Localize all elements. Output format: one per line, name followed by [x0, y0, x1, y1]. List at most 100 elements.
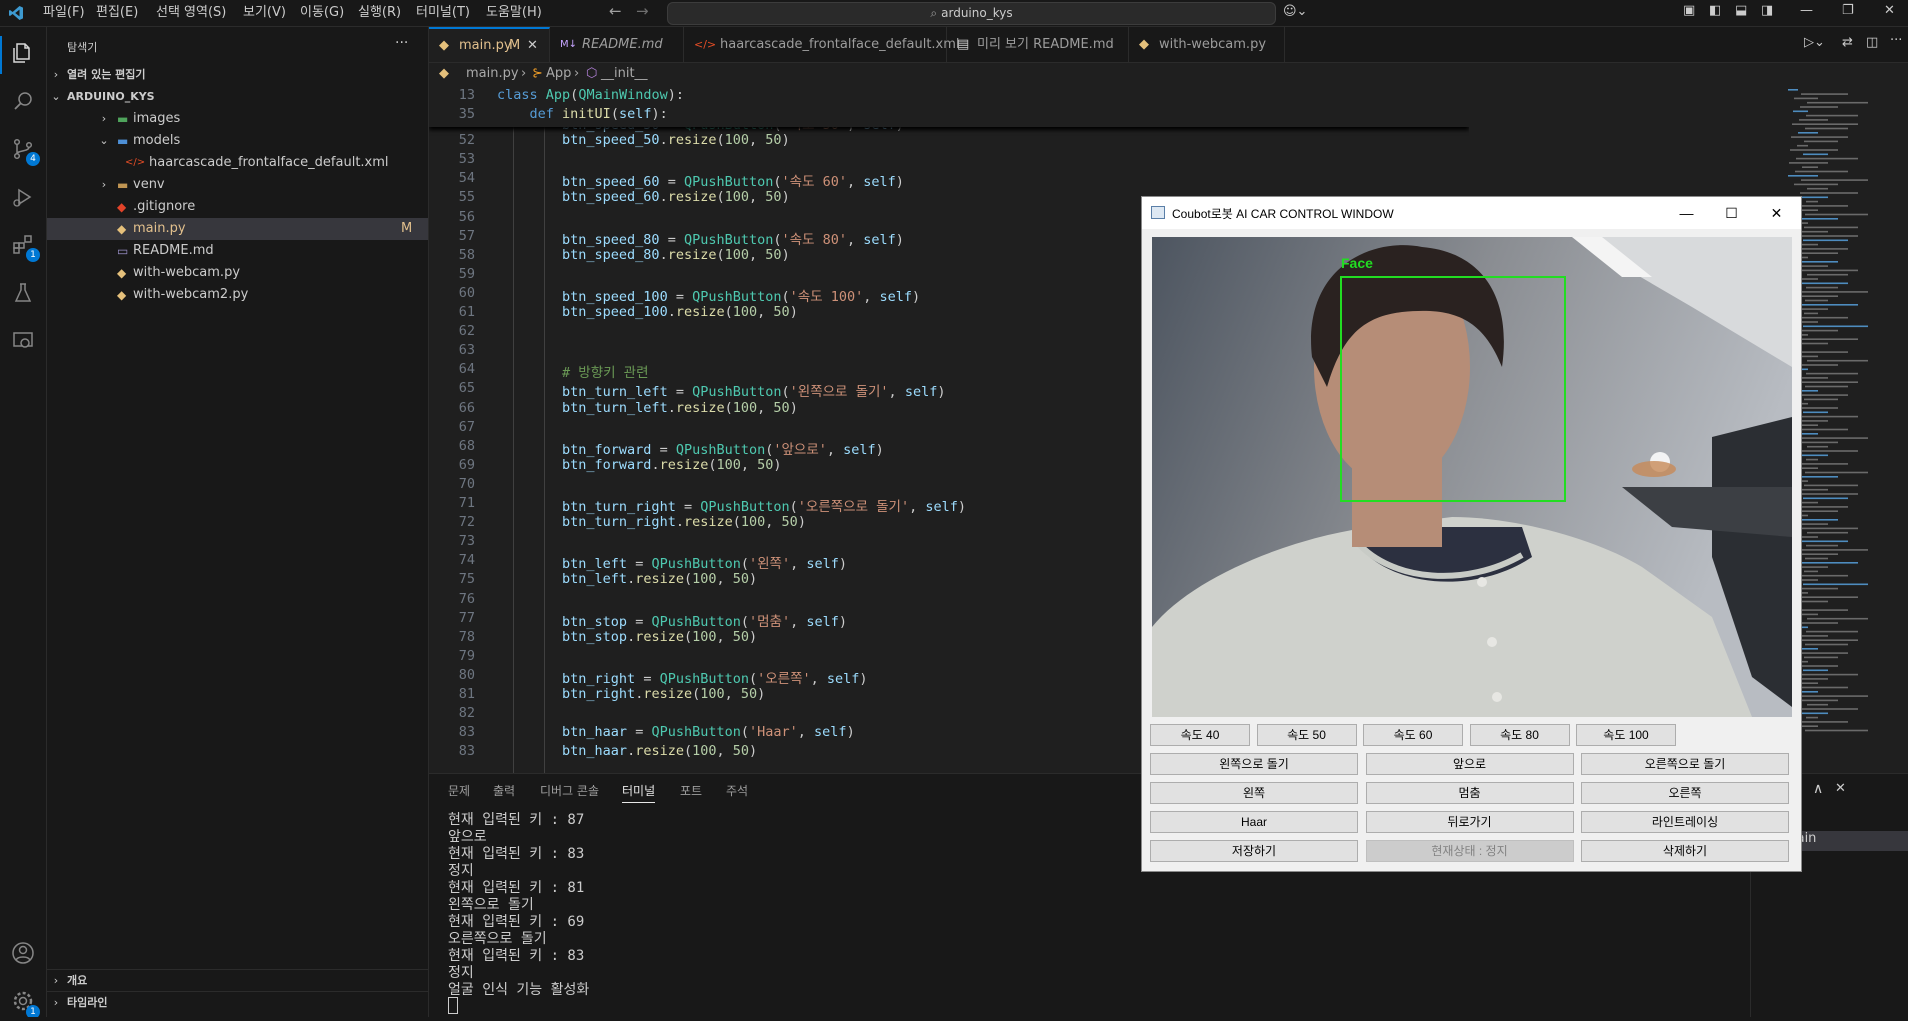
code-line: btn_turn_left.resize(100, 50) [562, 399, 798, 416]
speed-button[interactable]: 속도 50 [1256, 724, 1357, 746]
tree-item[interactable]: ◆ .gitignore [47, 196, 428, 218]
menu-item[interactable]: 도움말(H) [486, 0, 542, 26]
back-arrow-icon[interactable]: ← [609, 2, 622, 20]
code-line: btn_forward.resize(100, 50) [562, 456, 782, 473]
minimap-line [1801, 523, 1828, 525]
minimap-line [1804, 484, 1858, 487]
panel-tab[interactable]: 디버그 콘솔 [540, 782, 599, 802]
app-close-icon[interactable]: ✕ [1754, 197, 1799, 229]
explorer-icon[interactable] [11, 41, 35, 65]
control-button[interactable]: 저장하기 [1150, 840, 1358, 862]
breadcrumb-method[interactable]: __init__ [601, 63, 648, 85]
panel-tab[interactable]: 터미널 [622, 782, 656, 803]
toggle-panel-icon[interactable]: ⬓ [1735, 3, 1747, 18]
more-actions-icon[interactable]: ··· [395, 35, 408, 51]
tab-main-py[interactable]: ◆ main.py M ✕ [429, 27, 550, 62]
control-button[interactable]: 오른쪽으로 돌기 [1581, 753, 1789, 775]
control-button[interactable]: 앞으로 [1365, 753, 1574, 775]
minimap-line [1806, 286, 1838, 289]
minimap-line [1806, 716, 1818, 719]
tab-readme[interactable]: M↓ README.md [550, 27, 684, 62]
compare-icon[interactable]: ⇄ [1842, 35, 1853, 50]
speed-button[interactable]: 속도 60 [1363, 724, 1463, 746]
close-window-icon[interactable]: ✕ [1884, 3, 1895, 18]
minimap-line [1799, 549, 1868, 551]
editor-more-icon[interactable]: ··· [1890, 33, 1902, 48]
account-icon[interactable] [11, 941, 35, 965]
speed-button[interactable]: 속도 100 [1576, 724, 1676, 746]
minimap-line [1790, 149, 1838, 151]
menu-item[interactable]: 보기(V) [243, 0, 286, 26]
close-tab-icon[interactable]: ✕ [527, 29, 538, 62]
tree-item[interactable]: ◆ main.py M [47, 218, 428, 240]
minimap-line [1801, 93, 1848, 95]
breadcrumb-file[interactable]: main.py [466, 63, 519, 85]
tab-haarcascade-xml[interactable]: </> haarcascade_frontalface_default.xml [684, 27, 960, 62]
code-line: # 방향키 관련 [562, 365, 649, 382]
tree-item[interactable]: › ▬ images [47, 108, 428, 130]
panel-tab[interactable]: 포트 [680, 782, 702, 802]
close-panel-icon[interactable]: ✕ [1835, 781, 1846, 796]
tree-item[interactable]: ◆ with-webcam2.py [47, 284, 428, 306]
control-button[interactable]: 오른쪽 [1581, 782, 1789, 804]
control-button[interactable]: 멈춤 [1365, 782, 1574, 804]
toggle-secondary-sidebar-icon[interactable]: ◨ [1761, 3, 1773, 18]
app-maximize-icon[interactable]: ☐ [1709, 197, 1754, 229]
control-button[interactable]: Haar [1150, 811, 1358, 833]
forward-arrow-icon[interactable]: → [636, 2, 649, 20]
menu-item[interactable]: 터미널(T) [416, 0, 470, 26]
command-center-search[interactable]: ⌕ arduino_kys [667, 2, 1276, 25]
line-number: 79 [458, 647, 475, 664]
outline-section[interactable]: › 개요 [47, 969, 428, 992]
minimap-line [1796, 587, 1838, 590]
control-button[interactable]: 뒤로가기 [1365, 811, 1574, 833]
remote-explorer-icon[interactable] [11, 329, 35, 353]
run-debug-icon[interactable] [11, 185, 35, 209]
tree-item[interactable]: ⌄ ▬ models [47, 130, 428, 152]
speed-button[interactable]: 속도 80 [1469, 724, 1570, 746]
run-python-icon[interactable]: ▷⌄ [1804, 35, 1825, 50]
open-editors-section[interactable]: › 열려 있는 편집기 [47, 64, 428, 86]
menu-item[interactable]: 선택 영역(S) [156, 0, 226, 26]
split-editor-icon[interactable]: ◫ [1866, 35, 1878, 50]
line-number: 57 [458, 227, 475, 244]
tab-with-webcam[interactable]: ◆ with-webcam.py [1129, 27, 1285, 62]
control-button[interactable]: 라인트레이싱 [1581, 811, 1789, 833]
app-minimize-icon[interactable]: — [1664, 197, 1709, 229]
layout-customize-icon[interactable]: ▣ [1683, 3, 1695, 18]
code-line: btn_speed_50.resize(100, 50) [562, 132, 790, 149]
panel-tab[interactable]: 문제 [448, 782, 470, 802]
menu-item[interactable]: 실행(R) [358, 0, 401, 26]
minimap-line [1804, 140, 1838, 143]
tree-item[interactable]: ▭ README.md [47, 240, 428, 262]
control-button[interactable]: 왼쪽으로 돌기 [1150, 753, 1358, 775]
folder-image-icon: ▬ [117, 112, 129, 126]
timeline-section[interactable]: › 타임라인 [47, 991, 428, 1014]
tab-readme-preview[interactable]: ▤ 미리 보기 README.md [947, 27, 1129, 62]
app-title-bar: Coubot로봇 AI CAR CONTROL WINDOW — ☐ ✕ [1142, 197, 1801, 229]
tree-item[interactable]: </> haarcascade_frontalface_default.xml [47, 152, 428, 174]
tree-item[interactable]: ◆ with-webcam.py [47, 262, 428, 284]
control-button[interactable]: 삭제하기 [1581, 840, 1789, 862]
code-line: btn_turn_right.resize(100, 50) [562, 514, 806, 531]
panel-tab[interactable]: 주석 [726, 782, 748, 802]
maximize-panel-icon[interactable]: ∧ [1813, 781, 1823, 797]
panel-tab[interactable]: 출력 [493, 782, 515, 802]
restore-icon[interactable]: ❐ [1842, 3, 1854, 18]
workspace-root-section[interactable]: ⌄ ARDUINO_KYS [47, 86, 428, 108]
minimize-icon[interactable]: — [1800, 3, 1813, 18]
testing-flask-icon[interactable] [11, 281, 35, 305]
minimap-line [1806, 200, 1818, 203]
breadcrumb-class[interactable]: App [546, 63, 571, 85]
speed-button[interactable]: 속도 40 [1150, 724, 1250, 746]
control-button[interactable]: 왼쪽 [1150, 782, 1358, 804]
menu-item[interactable]: 편집(E) [96, 0, 138, 26]
search-view-icon[interactable] [11, 89, 35, 113]
menu-item[interactable]: 파일(F) [43, 0, 85, 26]
toggle-sidebar-icon[interactable]: ◧ [1709, 3, 1721, 18]
workspace-root-label: ARDUINO_KYS [67, 90, 155, 103]
copilot-icon[interactable]: ☺⌄ [1283, 4, 1307, 19]
tree-item[interactable]: › ▬ venv [47, 174, 428, 196]
modified-badge: M [401, 221, 413, 236]
menu-item[interactable]: 이동(G) [300, 0, 344, 26]
